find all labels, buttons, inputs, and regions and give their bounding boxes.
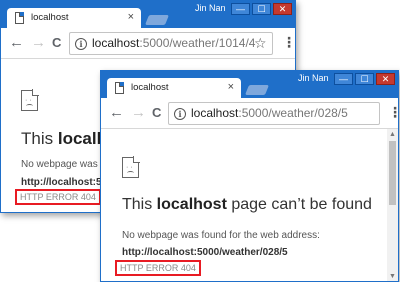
page-icon (115, 82, 124, 94)
heading-prefix: This (21, 129, 58, 148)
url-path: :5000/weather/028/5 (238, 106, 348, 120)
sad-page-icon: ·· (21, 89, 39, 111)
error-heading: This localhost page can’t be found (122, 196, 372, 214)
error-message: No webpage was found for the web address… (122, 230, 320, 241)
reload-icon[interactable]: C (52, 33, 61, 53)
info-icon[interactable]: i (75, 38, 87, 50)
tab-title: localhost (131, 82, 169, 93)
new-tab-button[interactable] (244, 85, 270, 95)
minimize-button[interactable]: — (334, 73, 353, 85)
frown (26, 104, 33, 108)
http-error-code: HTTP ERROR 404 (115, 260, 201, 276)
toolbar: ← → C i localhost:5000/weather/028/5 ⋮ (101, 98, 398, 129)
menu-icon[interactable]: ⋮ (282, 33, 295, 51)
info-icon[interactable]: i (174, 108, 186, 120)
error-address: http://localhost:5000/weather/028/5 (122, 247, 288, 258)
url-text[interactable]: localhost:5000/weather/1014/4 (92, 36, 255, 50)
tab-close-icon[interactable]: × (228, 81, 234, 93)
error-address: http://localhost:5 (21, 177, 102, 188)
maximize-button[interactable]: ☐ (355, 73, 374, 85)
close-button[interactable]: ✕ (273, 3, 292, 15)
sad-page-icon: ·· (122, 156, 140, 178)
reload-icon[interactable]: C (152, 103, 161, 123)
tab-close-icon[interactable]: × (128, 11, 134, 23)
url-path: :5000/weather/1014/4 (139, 36, 256, 50)
tab-localhost[interactable]: localhost × (107, 78, 241, 98)
bookmark-star-icon[interactable]: ☆ (254, 35, 267, 52)
back-arrow-icon[interactable]: ← (9, 33, 24, 53)
toolbar: ← → C i localhost:5000/weather/1014/4 ☆ … (1, 28, 295, 59)
back-arrow-icon[interactable]: ← (109, 103, 124, 123)
scroll-up-icon[interactable]: ▲ (389, 131, 396, 138)
scroll-down-icon[interactable]: ▼ (389, 273, 396, 280)
vertical-scrollbar[interactable]: ▲ ▼ (387, 129, 398, 281)
title-bar: localhost × Jin Nan — ☐ ✕ (101, 71, 398, 98)
close-button[interactable]: ✕ (376, 73, 395, 85)
address-bar[interactable]: i localhost:5000/weather/028/5 (168, 102, 380, 125)
frown (127, 171, 134, 175)
tab-localhost[interactable]: localhost × (7, 8, 141, 28)
profile-name[interactable]: Jin Nan (298, 73, 329, 83)
url-host: localhost (191, 106, 239, 120)
title-bar: localhost × Jin Nan — ☐ ✕ (1, 1, 295, 28)
url-host: localhost (92, 36, 140, 50)
tab-title: localhost (31, 12, 69, 23)
new-tab-button[interactable] (144, 15, 170, 25)
forward-arrow-icon[interactable]: → (131, 103, 146, 123)
scroll-thumb[interactable] (389, 141, 396, 205)
heading-host: localhost (156, 196, 227, 213)
url-text[interactable]: localhost:5000/weather/028/5 (191, 106, 348, 120)
browser-window-front: localhost × Jin Nan — ☐ ✕ ← → C i localh… (100, 70, 399, 282)
menu-icon[interactable]: ⋮ (388, 103, 398, 121)
error-message: No webpage was f (21, 159, 104, 170)
maximize-button[interactable]: ☐ (252, 3, 271, 15)
heading-suffix: page can’t be found (226, 196, 372, 213)
page-icon (15, 12, 24, 24)
http-error-code: HTTP ERROR 404 (15, 189, 101, 205)
page-content: ·· This localhost page can’t be found No… (101, 129, 398, 281)
address-bar[interactable]: i localhost:5000/weather/1014/4 ☆ (69, 32, 273, 55)
heading-prefix: This (122, 196, 157, 213)
minimize-button[interactable]: — (231, 3, 250, 15)
forward-arrow-icon[interactable]: → (31, 33, 46, 53)
profile-name[interactable]: Jin Nan (195, 3, 226, 13)
